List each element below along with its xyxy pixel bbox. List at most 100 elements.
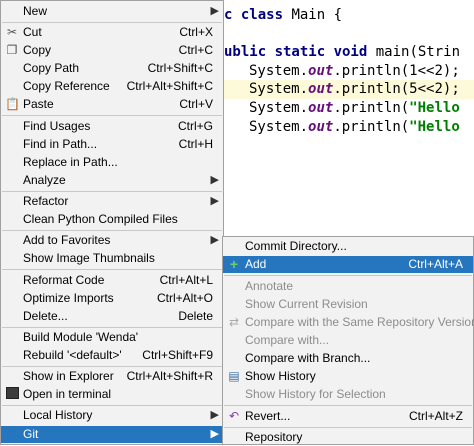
menu-item-label: Replace in Path... <box>23 155 118 169</box>
chevron-right-icon: ▶ <box>210 195 219 207</box>
menu-item-shortcut: Ctrl+G <box>177 119 213 133</box>
menu-item-label: Copy <box>23 43 52 57</box>
git-item-compare-with-branch[interactable]: Compare with Branch... <box>223 350 473 367</box>
copy-icon: ❐ <box>6 43 18 57</box>
menu-item-shortcut: Ctrl+Alt+Shift+R <box>126 369 213 383</box>
menu-item-shortcut: Ctrl+Alt+O <box>156 291 213 305</box>
menu-item-label: Open in terminal <box>23 387 112 401</box>
menu-item-refactor[interactable]: Refactor ▶ <box>1 193 223 210</box>
menu-item-show-image-thumbnails[interactable]: Show Image Thumbnails <box>1 250 223 267</box>
code-line-4-highlighted: System.out.println(5<<2); <box>224 80 474 99</box>
git-item-add[interactable]: + Add Ctrl+Alt+A <box>223 256 473 273</box>
menu-item-label: Revert... <box>245 409 291 423</box>
menu-item-label: Show in Explorer <box>23 369 114 383</box>
menu-item-label: Paste <box>23 97 54 111</box>
git-item-compare-same-repo[interactable]: ⇄ Compare with the Same Repository Versio… <box>223 314 474 331</box>
menu-separator <box>2 22 222 23</box>
menu-item-label: Refactor <box>23 194 69 208</box>
chevron-right-icon: ▶ <box>210 234 219 246</box>
menu-item-replace-in-path[interactable]: Replace in Path... <box>1 154 223 171</box>
git-item-commit-directory[interactable]: Commit Directory... <box>223 238 473 255</box>
menu-item-copy[interactable]: ❐ Copy Ctrl+C <box>1 42 223 59</box>
menu-item-label: Add <box>245 257 267 271</box>
menu-item-local-history[interactable]: Local History ▶ <box>1 407 223 424</box>
git-item-annotate[interactable]: Annotate <box>223 278 473 295</box>
code-line-2: ublic static void main(Strin <box>224 43 460 62</box>
menu-separator <box>224 405 472 406</box>
menu-item-optimize-imports[interactable]: Optimize Imports Ctrl+Alt+O <box>1 290 223 307</box>
git-item-compare-with[interactable]: Compare with... <box>223 332 473 349</box>
menu-item-label: Optimize Imports <box>23 291 114 305</box>
menu-item-label: Add to Favorites <box>23 233 111 247</box>
menu-item-label: Reformat Code <box>23 273 105 287</box>
code-keyword: ublic static void <box>224 44 368 60</box>
git-item-show-history[interactable]: ▤ Show History <box>223 368 473 385</box>
menu-item-clean-python[interactable]: Clean Python Compiled Files <box>1 211 223 228</box>
code-text: .println(5<<2); <box>333 81 460 97</box>
menu-item-find-usages[interactable]: Find Usages Ctrl+G <box>1 118 223 135</box>
menu-item-paste[interactable]: 📋 Paste Ctrl+V <box>1 96 223 113</box>
menu-item-rebuild[interactable]: Rebuild '<default>' Ctrl+Shift+F9 <box>1 347 223 364</box>
revert-icon: ↶ <box>228 409 240 423</box>
menu-item-label: Copy Reference <box>23 79 110 93</box>
paste-icon: 📋 <box>5 97 20 111</box>
git-item-show-history-selection[interactable]: Show History for Selection <box>223 386 473 403</box>
menu-item-cut[interactable]: ✂ Cut Ctrl+X <box>1 24 223 41</box>
menu-item-find-in-path[interactable]: Find in Path... Ctrl+H <box>1 136 223 153</box>
menu-item-new[interactable]: New ▶ <box>1 3 223 20</box>
menu-item-analyze[interactable]: Analyze ▶ <box>1 172 223 189</box>
code-text: System. <box>249 119 309 135</box>
code-string: "Hello <box>409 119 460 135</box>
git-item-show-current-revision[interactable]: Show Current Revision <box>223 296 473 313</box>
menu-separator <box>2 366 222 367</box>
menu-item-shortcut: Delete <box>178 309 213 323</box>
chevron-right-icon: ▶ <box>210 409 219 421</box>
menu-separator <box>224 275 472 276</box>
menu-item-label: Build Module 'Wenda' <box>23 330 139 344</box>
menu-separator <box>2 230 222 231</box>
code-text: .println( <box>333 119 410 135</box>
code-text: System. <box>249 63 309 79</box>
menu-item-show-in-explorer[interactable]: Show in Explorer Ctrl+Alt+Shift+R <box>1 368 223 385</box>
code-field: out <box>308 100 334 116</box>
menu-item-label: Find in Path... <box>23 137 98 151</box>
menu-item-add-to-favorites[interactable]: Add to Favorites ▶ <box>1 232 223 249</box>
menu-item-label: Git <box>23 427 39 441</box>
menu-item-delete[interactable]: Delete... Delete <box>1 308 223 325</box>
git-item-repository[interactable]: Repository <box>223 429 473 446</box>
menu-item-copy-path[interactable]: Copy Path Ctrl+Shift+C <box>1 60 223 77</box>
menu-item-reformat-code[interactable]: Reformat Code Ctrl+Alt+L <box>1 272 223 289</box>
code-keyword: c class <box>224 7 284 23</box>
menu-item-copy-reference[interactable]: Copy Reference Ctrl+Alt+Shift+C <box>1 78 223 95</box>
menu-item-shortcut: Ctrl+V <box>179 97 213 111</box>
code-text: Main { <box>283 7 343 23</box>
menu-item-shortcut: Ctrl+C <box>178 43 213 57</box>
git-submenu: Commit Directory... + Add Ctrl+Alt+A Annot… <box>222 236 474 445</box>
code-field: out <box>308 119 334 135</box>
menu-item-label: Commit Directory... <box>245 239 347 253</box>
menu-item-label: Show Image Thumbnails <box>23 251 155 265</box>
code-line-5: System.out.println("Hello <box>249 99 460 118</box>
git-item-revert[interactable]: ↶ Revert... Ctrl+Alt+Z <box>223 408 473 425</box>
code-string: "Hello <box>409 100 460 116</box>
menu-item-git[interactable]: Git ▶ <box>1 426 223 443</box>
menu-item-label: Clean Python Compiled Files <box>23 212 178 226</box>
menu-item-open-in-terminal[interactable]: Open in terminal <box>1 386 223 403</box>
menu-item-build-module[interactable]: Build Module 'Wenda' <box>1 329 223 346</box>
menu-item-label: New <box>23 4 48 18</box>
menu-separator <box>2 405 222 406</box>
context-menu: New ▶ ✂ Cut Ctrl+X ❐ Copy Ctrl+C Copy Path Ctr… <box>0 0 224 445</box>
code-line-3: System.out.println(1<<2); <box>249 62 460 81</box>
menu-item-label: Analyze <box>23 173 66 187</box>
menu-item-shortcut: Ctrl+Alt+Z <box>408 409 463 423</box>
compare-icon: ⇄ <box>228 315 240 329</box>
menu-separator <box>2 191 222 192</box>
chevron-right-icon: ▶ <box>210 174 219 186</box>
menu-item-label: Copy Path <box>23 61 80 75</box>
code-text: .println( <box>333 100 410 116</box>
history-icon: ▤ <box>228 369 240 383</box>
menu-item-shortcut: Ctrl+Alt+A <box>408 257 463 271</box>
code-text: System. <box>249 81 309 97</box>
code-text: .println(1<<2); <box>333 63 460 79</box>
chevron-right-icon: ▶ <box>210 5 219 17</box>
